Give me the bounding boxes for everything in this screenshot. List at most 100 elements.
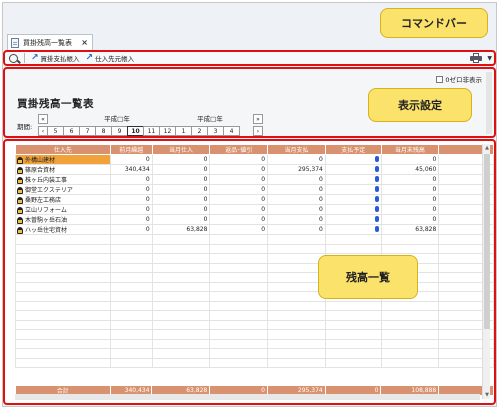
table-row[interactable]: 立山リフォーム 0 0 0 0 0 — [15, 204, 494, 215]
horizontal-scrollbar[interactable] — [15, 394, 480, 400]
table-row[interactable]: ハッ岳住宅資材 0 63,828 0 0 63,828 — [15, 224, 494, 235]
supplier-name-cell[interactable]: 株ヶ丘内装工事 — [15, 174, 111, 185]
checkbox[interactable] — [436, 75, 444, 83]
tab-report[interactable]: 買掛残高一覧表 × — [7, 34, 93, 50]
table-row[interactable]: 外構山建材 0 0 0 0 0 — [15, 154, 494, 165]
empty-cell — [109, 329, 153, 340]
month-button[interactable]: 11 — [143, 126, 160, 136]
supplier-name-cell[interactable]: 木曽駒ヶ岳石油 — [15, 214, 111, 225]
column-header[interactable]: 当月仕入 — [151, 144, 211, 155]
printer-icon[interactable] — [470, 53, 482, 63]
scheduled-marker-icon — [374, 195, 379, 202]
cell-returns: 0 — [209, 214, 269, 225]
close-icon[interactable]: × — [81, 38, 88, 47]
empty-cell — [324, 329, 382, 340]
empty-cell — [109, 348, 153, 359]
supplier-name-cell[interactable]: 外構山建材 — [15, 154, 111, 165]
table-row[interactable]: 桑野左工務店 0 0 0 0 0 — [15, 194, 494, 205]
empty-cell — [267, 281, 326, 292]
scheduled-marker-icon — [374, 175, 379, 182]
supplier-name-cell[interactable]: 桑野左工務店 — [15, 194, 111, 205]
month-button[interactable]: 6 — [63, 126, 80, 136]
column-header[interactable]: 前月繰越 — [109, 144, 153, 155]
month-button[interactable]: 12 — [159, 126, 176, 136]
next-period-button[interactable]: › — [253, 126, 263, 136]
column-header[interactable]: 返品･値引 — [209, 144, 269, 155]
month-button[interactable]: 4 — [223, 126, 240, 136]
scroll-down-icon[interactable]: ▼ — [484, 392, 490, 398]
supplier-name: 御堂エクステリア — [25, 187, 73, 194]
supplier-name-cell[interactable]: ハッ岳住宅資材 — [15, 224, 111, 235]
empty-cell — [267, 319, 326, 330]
cell-balance: 0 — [380, 154, 440, 165]
column-header[interactable]: 当月末残高 — [380, 144, 440, 155]
search-icon[interactable] — [9, 53, 18, 63]
zero-hide-checkbox[interactable]: 0ゼロ非表示 — [436, 74, 482, 84]
empty-row — [15, 329, 494, 340]
empty-cell — [209, 234, 269, 245]
chevron-down-icon[interactable]: ▼ — [487, 55, 492, 62]
supplier-name-cell[interactable]: 立山リフォーム — [15, 204, 111, 215]
scheduled-marker-icon — [374, 165, 379, 172]
supplier-name-cell[interactable]: 御堂エクステリア — [15, 184, 111, 195]
cmd-label: 仕入先元帳入 — [95, 55, 135, 63]
cell-balance: 0 — [380, 194, 440, 205]
month-button-selected[interactable]: 10 — [127, 126, 144, 136]
vertical-scrollbar[interactable]: ▲ ▼ — [482, 144, 490, 399]
empty-row — [15, 310, 494, 321]
empty-cell — [380, 319, 440, 330]
supplier-name: 立山リフォーム — [25, 207, 67, 214]
last-period-button[interactable]: » — [253, 114, 263, 124]
empty-cell — [267, 262, 326, 273]
empty-cell — [109, 272, 153, 283]
empty-cell — [209, 272, 269, 283]
month-button[interactable]: 7 — [79, 126, 96, 136]
empty-cell — [109, 357, 153, 368]
month-button[interactable]: 8 — [95, 126, 112, 136]
empty-cell — [15, 348, 111, 359]
page-title: 買掛残高一覧表 — [17, 98, 94, 110]
supplier-name-cell[interactable]: 篠原合資材 — [15, 164, 111, 175]
empty-row — [15, 234, 494, 245]
cell-prev: 340,434 — [109, 164, 153, 175]
empty-cell — [380, 348, 440, 359]
cell-scheduled — [324, 174, 382, 185]
empty-cell — [109, 291, 153, 302]
empty-row — [15, 357, 494, 368]
empty-cell — [267, 357, 326, 368]
cmd-supplier-ledger[interactable]: ↗ 仕入先元帳入 — [86, 53, 135, 63]
settings-scrollbar[interactable] — [486, 72, 492, 134]
table-row[interactable]: 御堂エクステリア 0 0 0 0 0 — [15, 184, 494, 195]
empty-cell — [15, 262, 111, 273]
cell-purchase: 63,828 — [151, 224, 211, 235]
supplier-icon — [17, 217, 23, 224]
cell-paid: 0 — [267, 194, 326, 205]
empty-cell — [15, 281, 111, 292]
cmd-payment-ledger[interactable]: ↗ 買掛支払帳入 — [31, 53, 80, 63]
empty-cell — [109, 281, 153, 292]
empty-row — [15, 262, 494, 273]
cell-balance: 0 — [380, 184, 440, 195]
month-button[interactable]: 2 — [191, 126, 208, 136]
empty-cell — [267, 329, 326, 340]
scroll-up-icon[interactable]: ▲ — [484, 145, 490, 151]
table-row[interactable]: 株ヶ丘内装工事 0 0 0 0 0 — [15, 174, 494, 185]
month-button[interactable]: 5 — [47, 126, 64, 136]
column-header[interactable]: 当月支払 — [267, 144, 326, 155]
empty-cell — [151, 310, 211, 321]
table-row[interactable]: 篠原合資材 340,434 0 0 295,374 45,060 — [15, 164, 494, 175]
empty-cell — [324, 348, 382, 359]
month-button[interactable]: 3 — [207, 126, 224, 136]
empty-cell — [380, 329, 440, 340]
column-header[interactable]: 仕入先 — [15, 144, 111, 155]
empty-row — [15, 338, 494, 349]
supplier-icon — [17, 177, 23, 184]
month-button[interactable]: 9 — [111, 126, 128, 136]
empty-cell — [15, 357, 111, 368]
empty-cell — [209, 281, 269, 292]
month-button[interactable]: 1 — [175, 126, 192, 136]
table-row[interactable]: 木曽駒ヶ岳石油 0 0 0 0 0 — [15, 214, 494, 225]
first-period-button[interactable]: « — [38, 114, 48, 124]
scroll-thumb[interactable] — [484, 154, 490, 329]
column-header[interactable]: 支払予定 — [324, 144, 382, 155]
